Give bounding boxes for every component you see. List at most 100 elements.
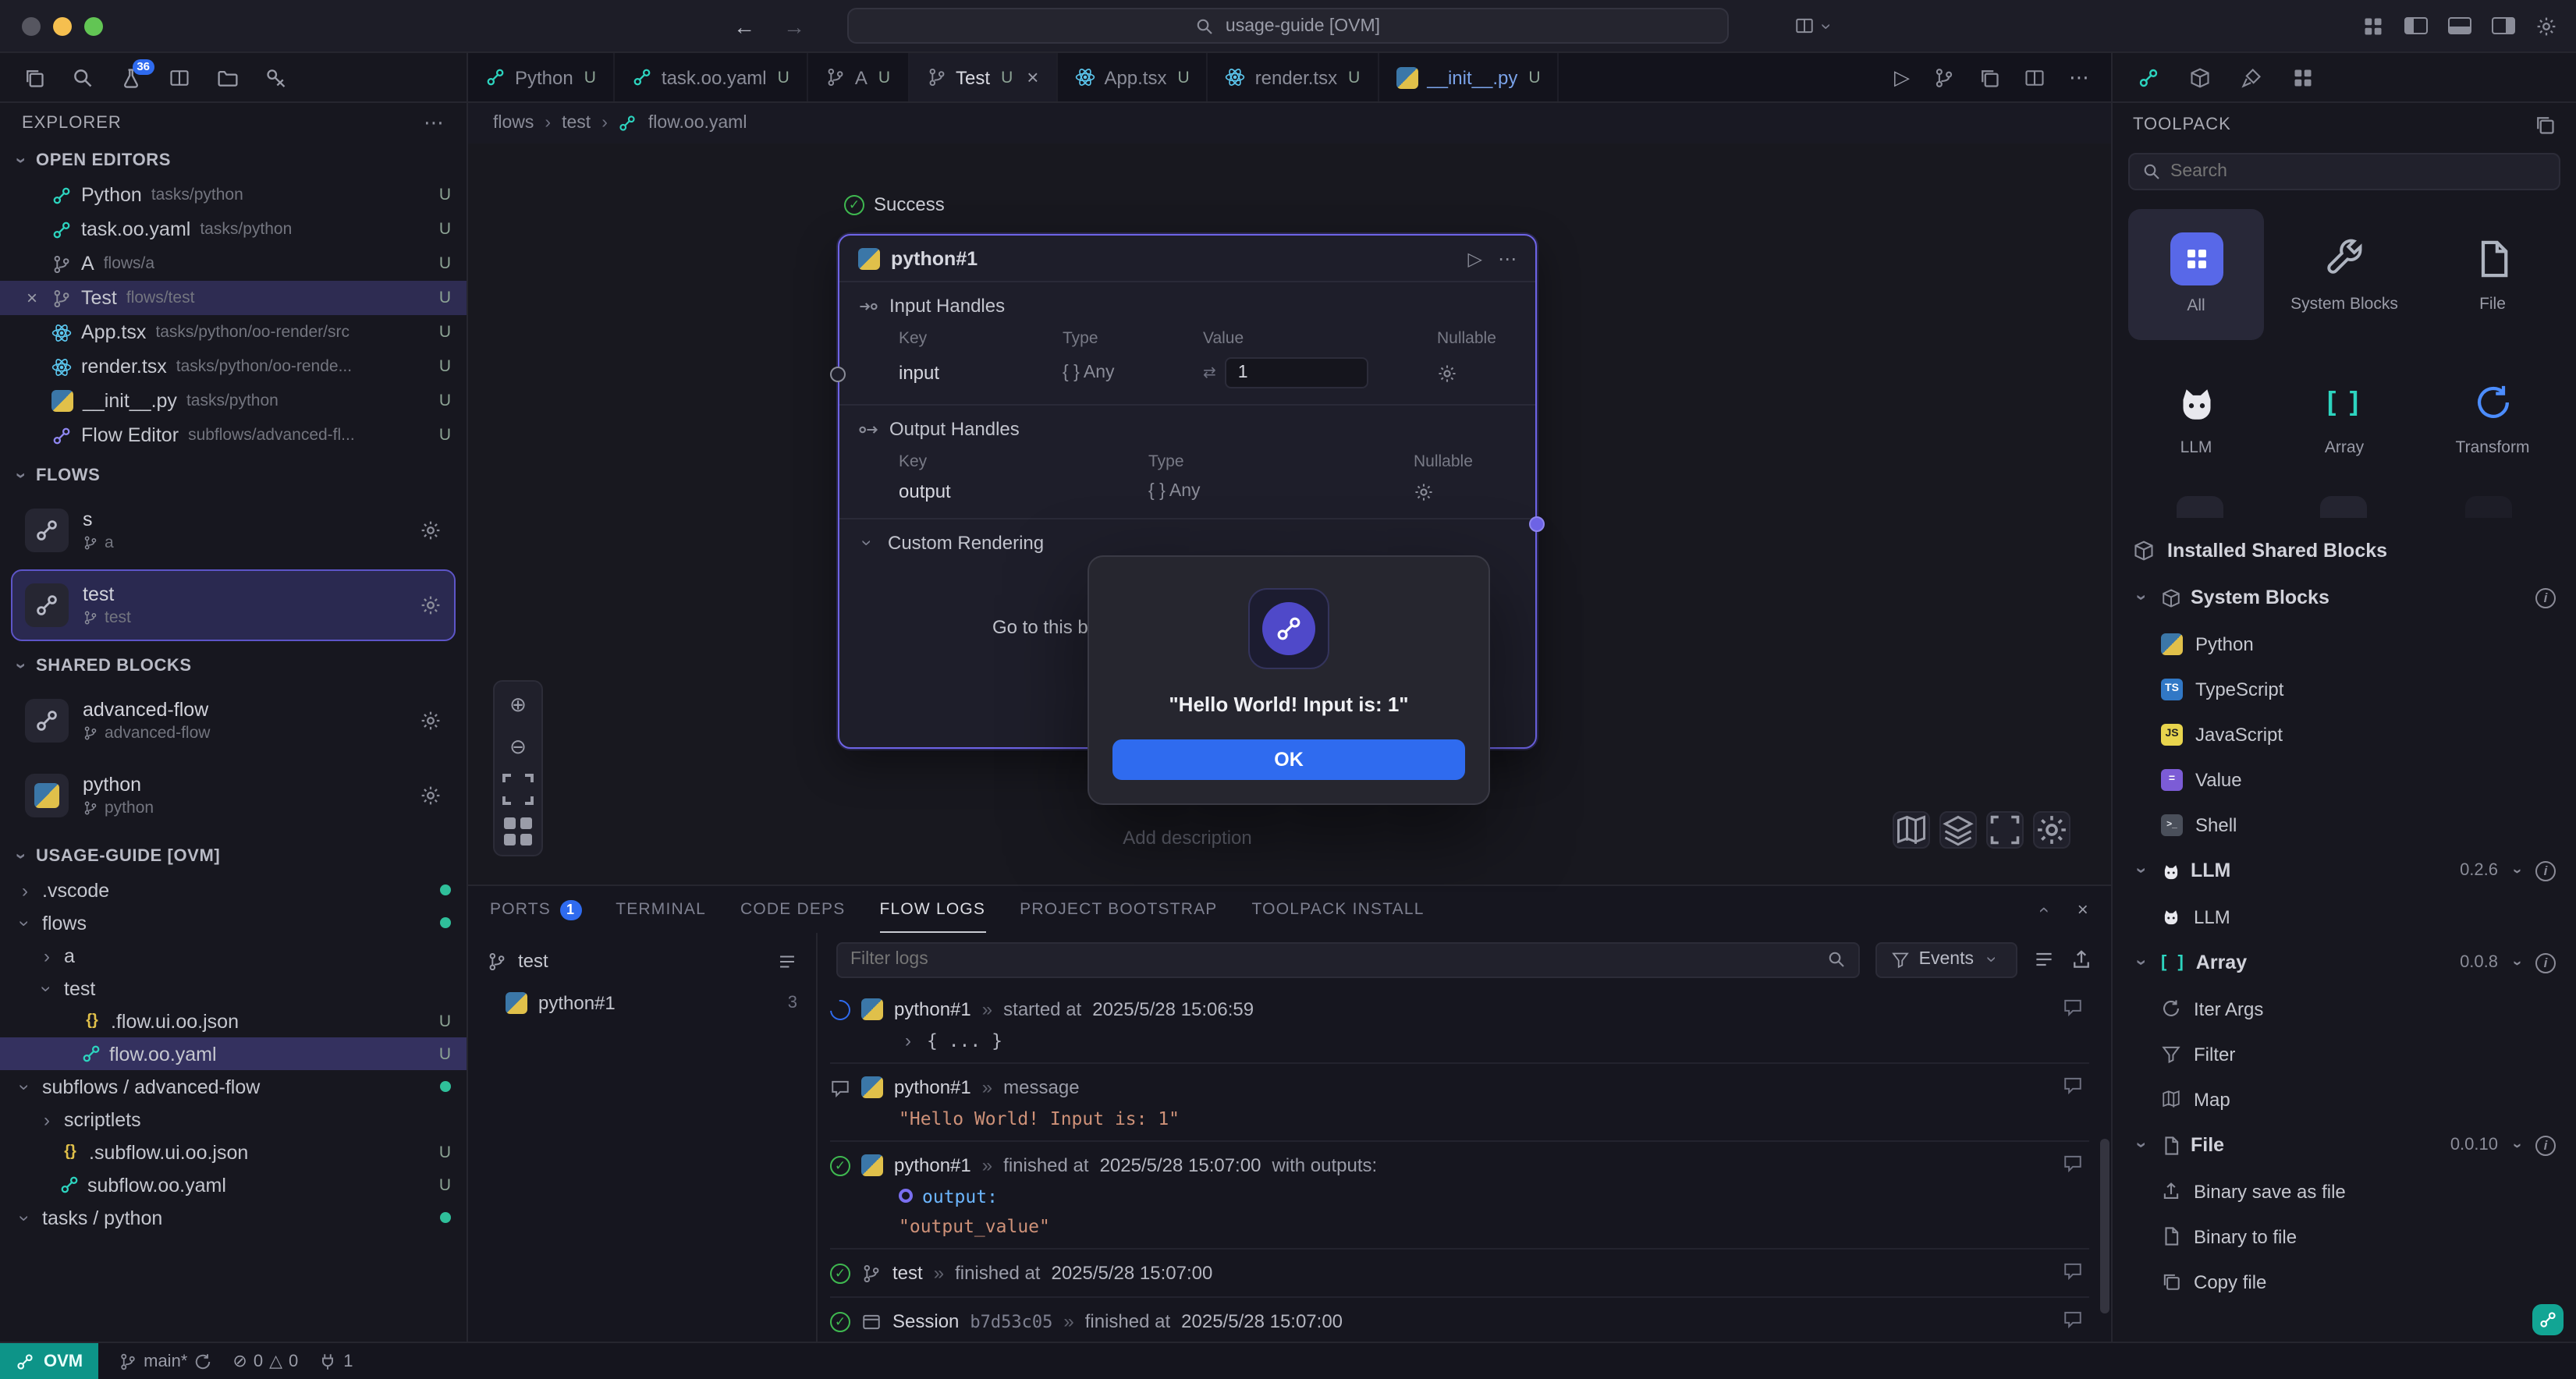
- toolpack-search-input[interactable]: [2170, 162, 2546, 181]
- flow-item-test[interactable]: test test: [12, 571, 454, 640]
- flow-logs-flow-row[interactable]: test: [468, 939, 816, 983]
- zoom-in-icon[interactable]: ⊕: [499, 686, 537, 724]
- fit-view-icon[interactable]: [499, 771, 537, 808]
- tab-python[interactable]: PythonU: [468, 53, 615, 101]
- zoom-window-button[interactable]: [84, 16, 103, 35]
- category-all[interactable]: All: [2128, 209, 2264, 340]
- log-output-bubble-icon[interactable]: [2063, 1153, 2083, 1173]
- folder-icon[interactable]: [217, 66, 239, 88]
- search-icon[interactable]: [72, 66, 94, 88]
- panel-tab-code-deps[interactable]: CODE DEPS: [740, 886, 846, 933]
- block-item-filter[interactable]: Filter: [2113, 1031, 2576, 1076]
- toolpack-search-box[interactable]: [2128, 153, 2560, 190]
- flow-logs-list[interactable]: python#1» started at2025/5/28 15:06:59 ›…: [818, 986, 2111, 1342]
- value-mode-toggle[interactable]: ⇄: [1203, 364, 1216, 381]
- toggle-secondary-sidebar-icon[interactable]: [2492, 17, 2515, 34]
- tab-task-yaml[interactable]: task.oo.yamlU: [615, 53, 808, 101]
- log-output-bubble-icon[interactable]: [2063, 1309, 2083, 1329]
- open-toolpack-icon[interactable]: [2534, 114, 2556, 136]
- duplicate-icon[interactable]: [1978, 66, 2000, 88]
- brush-view-icon[interactable]: [2241, 66, 2262, 88]
- tab-init-py[interactable]: __init__.pyU: [1378, 53, 1559, 101]
- editor-layout-icon[interactable]: [169, 66, 190, 88]
- category-array[interactable]: [ ]Array: [2276, 353, 2412, 484]
- filter-logs-input[interactable]: [850, 950, 1818, 969]
- panel-tab-flow-logs[interactable]: FLOW LOGS: [879, 886, 985, 933]
- tree-item-a[interactable]: ›a: [0, 939, 467, 972]
- category-system-blocks[interactable]: System Blocks: [2276, 209, 2412, 340]
- events-dropdown[interactable]: Events ›: [1875, 941, 2017, 977]
- category-llm[interactable]: LLM: [2128, 353, 2264, 484]
- handle-settings-gear-icon[interactable]: [1437, 363, 1457, 383]
- flow-item-s[interactable]: s a: [12, 496, 454, 565]
- problems-status[interactable]: ⊘0 △0: [232, 1351, 298, 1371]
- open-editor-init-py[interactable]: __init__.pytasks/pythonU: [0, 384, 467, 418]
- test-flask-icon[interactable]: 36: [120, 66, 142, 88]
- output-port[interactable]: [1529, 516, 1545, 532]
- collapse-all-icon[interactable]: [2033, 948, 2055, 970]
- block-item-iter-args[interactable]: Iter Args: [2113, 986, 2576, 1031]
- node-more-icon[interactable]: ⋯: [1498, 247, 1517, 269]
- apps-grid-icon[interactable]: [2362, 15, 2384, 37]
- section-system-blocks[interactable]: › System Blocks i: [2113, 574, 2576, 621]
- version-dropdown-icon[interactable]: ›: [2508, 861, 2525, 880]
- shared-block-advanced-flow[interactable]: advanced-flow advanced-flow: [12, 686, 454, 755]
- flow-settings-gear-icon[interactable]: [420, 594, 442, 616]
- source-control-icon[interactable]: [1933, 66, 1955, 88]
- customize-layout-icon[interactable]: [2535, 15, 2557, 37]
- zoom-out-icon[interactable]: ⊖: [499, 728, 537, 766]
- key-icon[interactable]: [265, 66, 287, 88]
- info-icon[interactable]: i: [2535, 1135, 2556, 1155]
- log-entry-session-finished[interactable]: ✓ Sessionb7d53c05» finished at2025/5/28 …: [830, 1298, 2089, 1342]
- tree-item-subflow-ui-json[interactable]: {}.subflow.ui.oo.jsonU: [0, 1136, 467, 1168]
- explorer-more-icon[interactable]: ⋯: [424, 111, 445, 136]
- expand-icon[interactable]: ›: [899, 1029, 917, 1051]
- split-editor-icon[interactable]: [2024, 66, 2046, 88]
- node-description-placeholder[interactable]: Add description: [838, 827, 1537, 849]
- block-item-typescript[interactable]: TSTypeScript: [2113, 666, 2576, 711]
- handle-settings-gear-icon[interactable]: [1414, 481, 1434, 502]
- panel-tab-ports[interactable]: PORTS1: [490, 886, 581, 933]
- tab-test[interactable]: TestU×: [909, 53, 1057, 101]
- tree-item-vscode[interactable]: ›.vscode: [0, 874, 467, 906]
- open-editor-render-tsx[interactable]: render.tsxtasks/python/oo-rende...U: [0, 349, 467, 384]
- minimize-window-button[interactable]: [53, 16, 72, 35]
- input-port[interactable]: [830, 367, 846, 382]
- info-icon[interactable]: i: [2535, 952, 2556, 973]
- version-dropdown-icon[interactable]: ›: [2508, 953, 2525, 972]
- tree-item-flow-ui-json[interactable]: {}.flow.ui.oo.jsonU: [0, 1005, 467, 1037]
- flow-logs-node-row[interactable]: python#1 3: [468, 983, 816, 1023]
- category-transform[interactable]: Transform: [2425, 353, 2560, 484]
- tab-render-tsx[interactable]: render.tsxU: [1208, 53, 1379, 101]
- workspace-header[interactable]: › USAGE-GUIDE [OVM]: [0, 839, 467, 874]
- block-item-map[interactable]: Map: [2113, 1076, 2576, 1122]
- info-icon[interactable]: i: [2535, 587, 2556, 608]
- shared-blocks-header[interactable]: › SHARED BLOCKS: [0, 649, 467, 683]
- section-llm[interactable]: › LLM 0.2.6 › i: [2113, 847, 2576, 894]
- log-entry-flow-finished[interactable]: ✓ test» finished at2025/5/28 15:07:00: [830, 1250, 2089, 1298]
- ports-status[interactable]: 1: [318, 1352, 353, 1370]
- ok-button[interactable]: OK: [1112, 739, 1465, 780]
- files-icon[interactable]: [23, 66, 45, 88]
- toggle-sidebar-icon[interactable]: [2404, 17, 2428, 34]
- frame-icon[interactable]: [1986, 811, 2024, 849]
- category-file[interactable]: File: [2425, 209, 2560, 340]
- grid-view-icon[interactable]: [2292, 66, 2314, 88]
- breadcrumb[interactable]: flows› test› flow.oo.yaml: [468, 103, 2111, 144]
- panel-tab-toolpack-install[interactable]: TOOLPACK INSTALL: [1252, 886, 1425, 933]
- block-item-binary-to-file[interactable]: Binary to file: [2113, 1214, 2576, 1259]
- export-logs-icon[interactable]: [2070, 948, 2092, 970]
- git-branch-status[interactable]: main*: [119, 1352, 212, 1370]
- open-editor-app-tsx[interactable]: App.tsxtasks/python/oo-render/srcU: [0, 315, 467, 349]
- flow-settings-gear-icon[interactable]: [420, 519, 442, 541]
- block-settings-gear-icon[interactable]: [420, 710, 442, 732]
- node-run-button[interactable]: ▷: [1468, 247, 1482, 269]
- tree-item-tasks-python[interactable]: ›tasks / python: [0, 1201, 467, 1234]
- open-editor-task-yaml[interactable]: task.oo.yamltasks/pythonU: [0, 212, 467, 246]
- layers-icon[interactable]: [1939, 811, 1977, 849]
- block-item-value[interactable]: =Value: [2113, 757, 2576, 802]
- section-file[interactable]: › File 0.0.10 › i: [2113, 1122, 2576, 1168]
- layout-grid-icon[interactable]: [499, 813, 537, 850]
- chevron-down-icon[interactable]: ›: [857, 534, 878, 552]
- info-icon[interactable]: i: [2535, 860, 2556, 881]
